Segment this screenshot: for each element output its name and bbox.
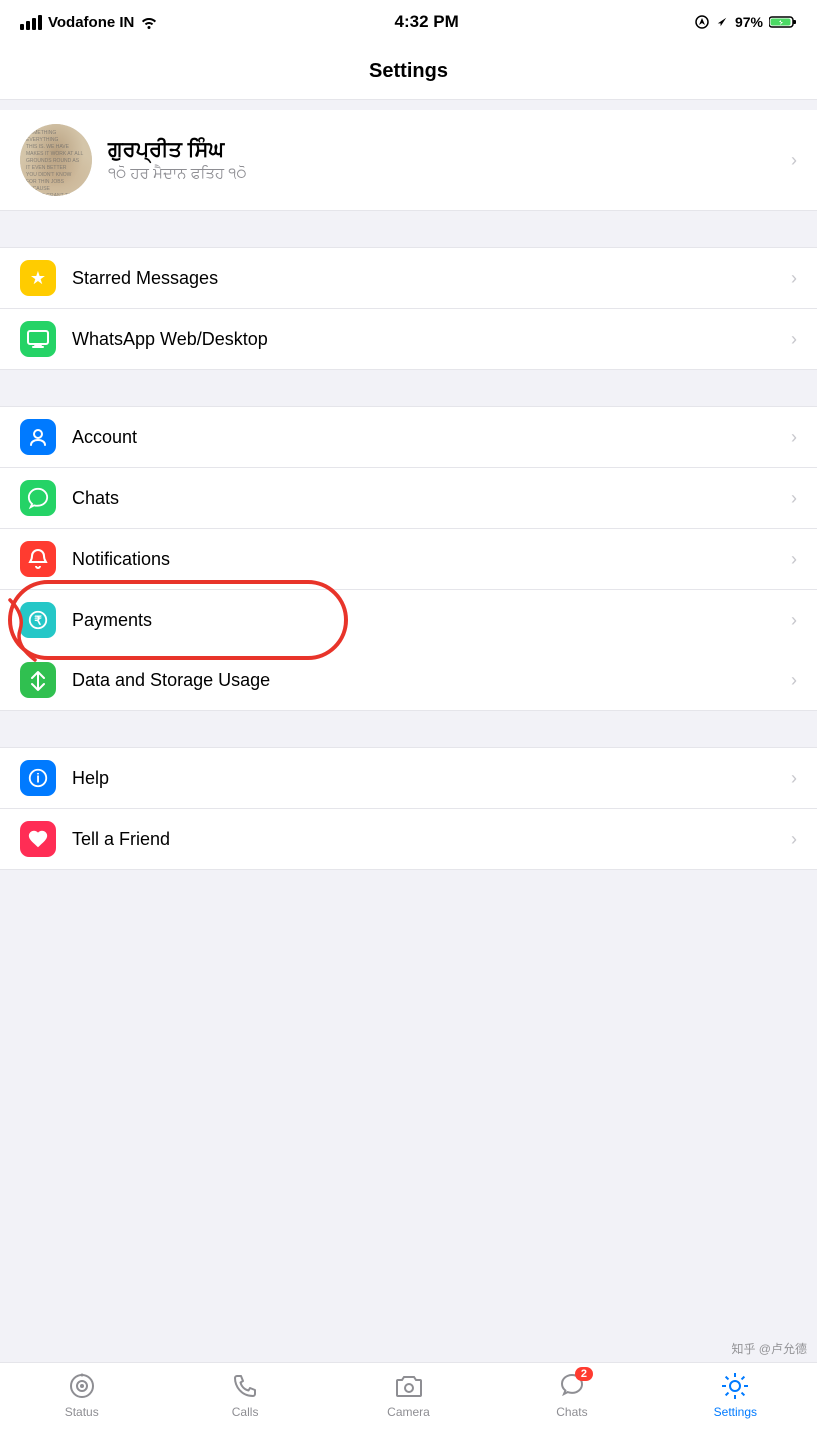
chats-settings-chevron: › xyxy=(791,488,797,509)
tab-camera[interactable]: Camera xyxy=(327,1371,490,1419)
data-storage-label: Data and Storage Usage xyxy=(56,670,791,691)
signal-icon xyxy=(20,15,42,30)
account-row[interactable]: Account › xyxy=(0,407,817,468)
calls-tab-label: Calls xyxy=(232,1405,259,1419)
help-chevron: › xyxy=(791,768,797,789)
settings-tab-label: Settings xyxy=(714,1405,757,1419)
section-gap-1 xyxy=(0,211,817,247)
chats-settings-label: Chats xyxy=(56,488,791,509)
svg-text:i: i xyxy=(36,771,40,786)
account-chevron: › xyxy=(791,427,797,448)
chats-tab-label: Chats xyxy=(556,1405,587,1419)
payments-chevron: › xyxy=(791,610,797,631)
tab-bar: Status Calls Camera 2 Chats xyxy=(0,1362,817,1452)
battery-label: 97% xyxy=(735,14,763,30)
data-storage-chevron: › xyxy=(791,670,797,691)
svg-text:₹: ₹ xyxy=(34,614,42,628)
payments-icon: ₹ xyxy=(20,602,56,638)
camera-tab-icon xyxy=(394,1371,424,1401)
settings-group-3: i Help › Tell a Friend › xyxy=(0,747,817,870)
payments-row[interactable]: ₹ Payments › xyxy=(0,590,817,650)
tab-calls[interactable]: Calls xyxy=(163,1371,326,1419)
chats-badge: 2 xyxy=(575,1367,593,1381)
section-gap-top xyxy=(0,100,817,110)
tell-friend-label: Tell a Friend xyxy=(56,829,791,850)
page-title: Settings xyxy=(369,60,448,83)
payments-label: Payments xyxy=(56,610,791,631)
starred-messages-chevron: › xyxy=(791,268,797,289)
whatsapp-web-icon xyxy=(20,321,56,357)
chats-settings-row[interactable]: Chats › xyxy=(0,468,817,529)
section-gap-bottom xyxy=(0,870,817,906)
tell-friend-icon xyxy=(20,821,56,857)
section-gap-3 xyxy=(0,711,817,747)
notifications-label: Notifications xyxy=(56,549,791,570)
status-tab-label: Status xyxy=(65,1405,99,1419)
avatar: SOMETHING EVERYTHING THIS IS. WE HAVE MA… xyxy=(20,124,92,196)
notifications-row[interactable]: Notifications › xyxy=(0,529,817,590)
account-label: Account xyxy=(56,427,791,448)
tell-friend-row[interactable]: Tell a Friend › xyxy=(0,809,817,869)
starred-messages-label: Starred Messages xyxy=(56,268,791,289)
starred-messages-row[interactable]: ★ Starred Messages › xyxy=(0,248,817,309)
starred-messages-icon: ★ xyxy=(20,260,56,296)
chats-settings-icon xyxy=(20,480,56,516)
data-storage-row[interactable]: Data and Storage Usage › xyxy=(0,650,817,710)
calls-tab-icon xyxy=(230,1371,260,1401)
nav-bar: Settings xyxy=(0,44,817,100)
account-icon xyxy=(20,419,56,455)
status-tab-icon xyxy=(67,1371,97,1401)
tab-status[interactable]: Status xyxy=(0,1371,163,1419)
whatsapp-web-label: WhatsApp Web/Desktop xyxy=(56,329,791,350)
tab-settings[interactable]: Settings xyxy=(654,1371,817,1419)
chats-tab-icon: 2 xyxy=(557,1371,587,1401)
watermark: 知乎 @卢允德 xyxy=(731,1340,807,1357)
status-right: 97% xyxy=(695,14,797,30)
tell-friend-chevron: › xyxy=(791,829,797,850)
notifications-icon xyxy=(20,541,56,577)
data-storage-icon xyxy=(20,662,56,698)
profile-status: ੧੦ੋ ਹਰ ਮੈਦਾਨ ਫਤਿਹ ੧੦ੋ xyxy=(108,165,791,182)
tab-chats[interactable]: 2 Chats xyxy=(490,1371,653,1419)
whatsapp-web-row[interactable]: WhatsApp Web/Desktop › xyxy=(0,309,817,369)
help-row[interactable]: i Help › xyxy=(0,748,817,809)
profile-name: ਗੁਰਪ੍ਰੀਤ ਸਿੰਘ xyxy=(108,138,791,162)
settings-group-1: ★ Starred Messages › WhatsApp Web/Deskto… xyxy=(0,247,817,370)
settings-tab-icon xyxy=(720,1371,750,1401)
whatsapp-web-chevron: › xyxy=(791,329,797,350)
settings-group-2: Account › Chats › Notifications › xyxy=(0,406,817,711)
location-icon xyxy=(695,15,709,29)
help-label: Help xyxy=(56,768,791,789)
status-bar: Vodafone IN 4:32 PM 97% xyxy=(0,0,817,44)
carrier-label: Vodafone IN xyxy=(48,14,134,31)
battery-icon xyxy=(769,15,797,29)
camera-tab-label: Camera xyxy=(387,1405,430,1419)
profile-row[interactable]: SOMETHING EVERYTHING THIS IS. WE HAVE MA… xyxy=(0,110,817,211)
wifi-icon xyxy=(140,15,158,29)
page-content: Vodafone IN 4:32 PM 97% Settings xyxy=(0,0,817,1006)
section-gap-2 xyxy=(0,370,817,406)
help-icon: i xyxy=(20,760,56,796)
status-time: 4:32 PM xyxy=(395,12,459,32)
profile-chevron: › xyxy=(791,150,797,171)
status-left: Vodafone IN xyxy=(20,14,158,31)
profile-info: ਗੁਰਪ੍ਰੀਤ ਸਿੰਘ ੧੦ੋ ਹਰ ਮੈਦਾਨ ਫਤਿਹ ੧੦ੋ xyxy=(92,138,791,182)
navigation-icon xyxy=(715,15,729,29)
payments-row-wrapper: ₹ Payments › xyxy=(0,590,817,650)
notifications-chevron: › xyxy=(791,549,797,570)
